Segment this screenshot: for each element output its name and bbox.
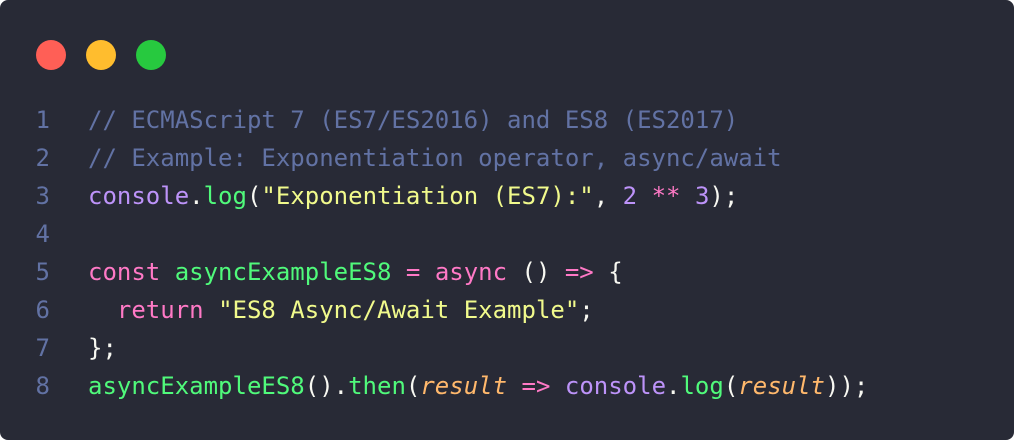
code-line: 7}; bbox=[0, 329, 1014, 367]
code-line: 8 asyncExampleES8().then(result => consol… bbox=[0, 367, 1014, 405]
line-number: 8 bbox=[35, 372, 50, 400]
code-token-builtin: console bbox=[88, 182, 190, 210]
code-token-plain: , bbox=[593, 182, 623, 210]
line-content: // Example: Exponentiation operator, asy… bbox=[50, 139, 782, 177]
code-token-function: then bbox=[348, 372, 406, 400]
code-token-function: asyncExampleES8 bbox=[88, 372, 305, 400]
code-token-plain: . bbox=[189, 182, 204, 210]
code-token-plain: )); bbox=[825, 372, 869, 400]
code-token-plain: . bbox=[666, 372, 681, 400]
line-content bbox=[50, 215, 88, 253]
code-token-keyword: return bbox=[116, 296, 204, 324]
code-token-function: asyncExampleES8 bbox=[174, 258, 392, 286]
code-token-plain: ( bbox=[246, 182, 262, 210]
line-content: }; bbox=[50, 329, 117, 367]
line-content: // ECMAScript 7 (ES7/ES2016) and ES8 (ES… bbox=[50, 101, 738, 139]
code-window: 1 // ECMAScript 7 (ES7/ES2016) and ES8 (E… bbox=[0, 0, 1014, 440]
code-token-number: 3 bbox=[694, 182, 710, 210]
code-token-plain: }; bbox=[88, 334, 117, 362]
code-token-builtin: console bbox=[564, 372, 667, 400]
line-number: 3 bbox=[35, 182, 50, 210]
minimize-button[interactable] bbox=[86, 40, 116, 70]
line-number: 7 bbox=[35, 334, 50, 362]
code-token-param: result bbox=[420, 372, 508, 400]
code-token-string: "Exponentiation (ES7):" bbox=[261, 182, 594, 210]
code-token-function: log bbox=[680, 372, 724, 400]
code-line: 6 return "ES8 Async/Await Example"; bbox=[0, 291, 1014, 329]
code-token-comment: // ECMAScript 7 (ES7/ES2016) and ES8 (ES… bbox=[88, 106, 739, 134]
code-token-param: result bbox=[738, 372, 825, 400]
code-line: 3 console.log("Exponentiation (ES7):", 2 … bbox=[0, 177, 1014, 215]
code-token-keyword: async bbox=[434, 258, 508, 286]
code-line: 2 // Example: Exponentiation operator, as… bbox=[0, 139, 1014, 177]
code-token-keyword: => bbox=[521, 372, 551, 400]
code-token-string: "ES8 Async/Await Example" bbox=[218, 296, 580, 324]
code-token-plain: { bbox=[593, 258, 623, 286]
code-token-plain: () bbox=[507, 258, 565, 286]
line-content: asyncExampleES8().then(result => console… bbox=[50, 367, 868, 405]
code-token-plain: ( bbox=[723, 372, 739, 400]
code-token-keyword: = bbox=[405, 258, 421, 286]
maximize-button[interactable] bbox=[136, 40, 166, 70]
line-number: 4 bbox=[35, 220, 50, 248]
code-token-keyword: ** bbox=[651, 182, 681, 210]
window-controls bbox=[36, 40, 166, 70]
code-block[interactable]: 1 // ECMAScript 7 (ES7/ES2016) and ES8 (E… bbox=[0, 101, 1014, 405]
line-number: 5 bbox=[35, 258, 50, 286]
line-number: 2 bbox=[35, 144, 50, 172]
code-token-comment: // Example: Exponentiation operator, asy… bbox=[88, 144, 782, 172]
code-token-keyword: const bbox=[88, 258, 161, 286]
line-content: console.log("Exponentiation (ES7):", 2 *… bbox=[50, 177, 738, 215]
code-line: 4 bbox=[0, 215, 1014, 253]
code-token-plain: (). bbox=[304, 372, 349, 400]
code-token-keyword: => bbox=[564, 258, 594, 286]
line-number: 6 bbox=[35, 296, 50, 324]
close-button[interactable] bbox=[36, 40, 66, 70]
code-token-number: 2 bbox=[622, 182, 638, 210]
code-token-plain: ; bbox=[579, 296, 594, 324]
line-number: 1 bbox=[35, 106, 50, 134]
code-token-function: log bbox=[203, 182, 247, 210]
line-content: const asyncExampleES8 = async () => { bbox=[50, 253, 623, 291]
code-line: 1 // ECMAScript 7 (ES7/ES2016) and ES8 (E… bbox=[0, 101, 1014, 139]
code-line: 5 const asyncExampleES8 = async () => { bbox=[0, 253, 1014, 291]
code-token-plain: ( bbox=[405, 372, 421, 400]
line-content: return "ES8 Async/Await Example"; bbox=[50, 291, 594, 329]
code-token-plain: ); bbox=[709, 182, 739, 210]
